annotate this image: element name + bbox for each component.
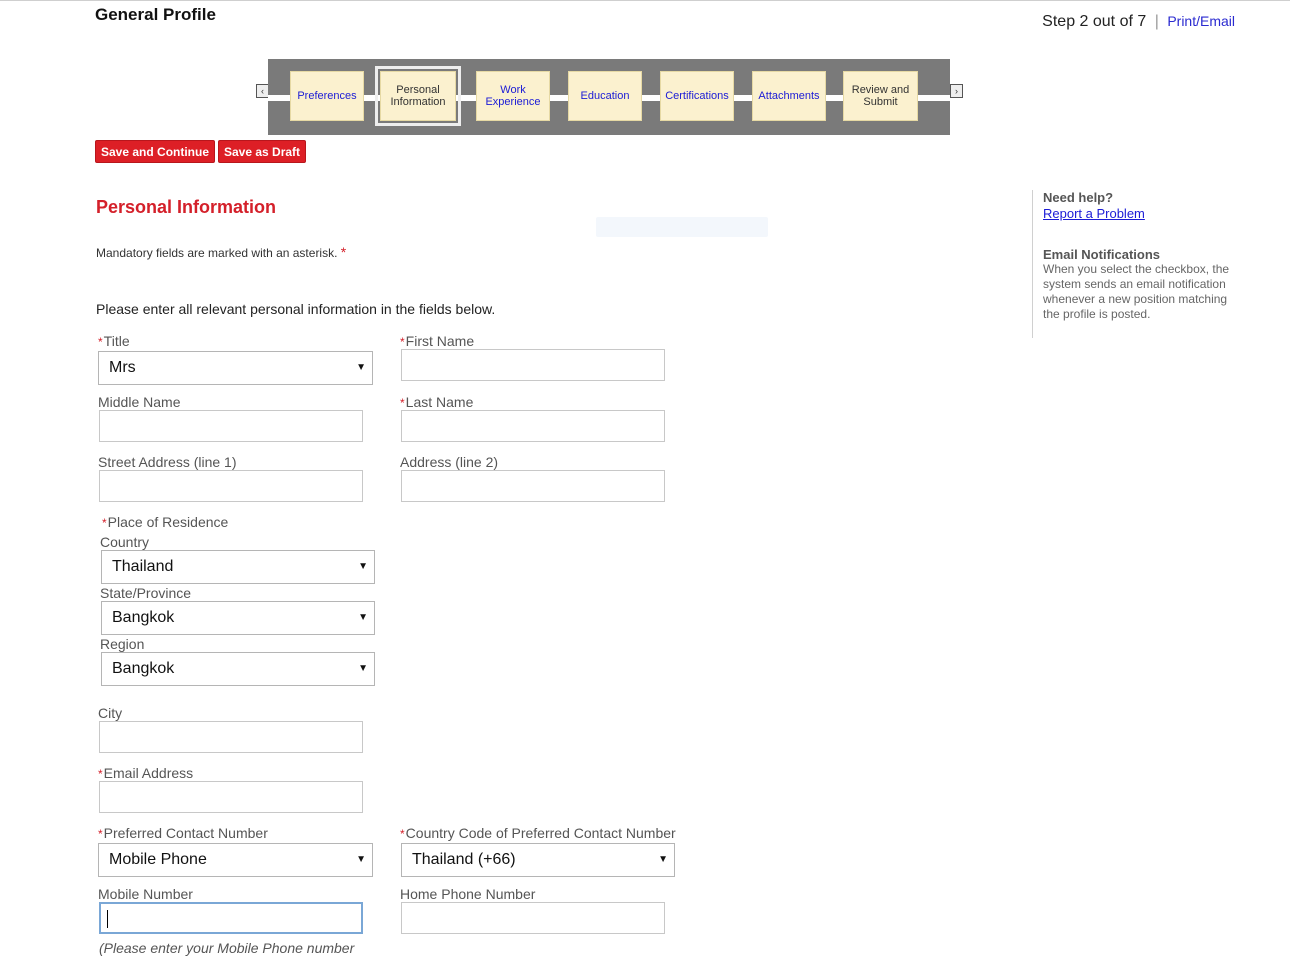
city-input[interactable]: [99, 721, 363, 753]
train-step-label: Preferences: [297, 90, 357, 102]
mobile-number-label: Mobile Number: [98, 886, 193, 902]
help-sidebar: Need help? Report a Problem Email Notifi…: [1032, 190, 1243, 338]
title-select-value: Mrs: [109, 359, 136, 376]
email-notifications-heading: Email Notifications: [1043, 247, 1161, 262]
section-title: Personal Information: [96, 197, 277, 217]
train-next-arrow-icon[interactable]: ›: [950, 84, 963, 98]
state-province-select-value: Bangkok: [112, 609, 175, 626]
save-and-continue-button[interactable]: Save and Continue: [95, 140, 216, 163]
train-step-personal-information[interactable]: Personal Information: [375, 66, 461, 126]
mandatory-note-text: Mandatory fields are marked with an aste…: [96, 246, 338, 260]
text-caret: [107, 910, 108, 928]
train-step-label: Certifications: [665, 90, 729, 102]
dropdown-arrow-icon: ▼: [356, 854, 366, 865]
place-of-residence-label-text: Place of Residence: [107, 514, 229, 530]
need-help-heading: Need help?: [1043, 190, 1114, 205]
required-asterisk: *: [102, 516, 107, 530]
preferred-contact-label-text: Preferred Contact Number: [103, 825, 268, 841]
train-step-certifications[interactable]: Certifications: [660, 71, 734, 121]
train-step-label: Review and Submit: [851, 84, 910, 108]
save-as-draft-button[interactable]: Save as Draft: [218, 140, 307, 163]
country-code-label-text: Country Code of Preferred Contact Number: [405, 825, 676, 841]
train-step-work-experience[interactable]: Work Experience: [476, 71, 550, 121]
train-step-label: Education: [580, 90, 630, 102]
required-asterisk: *: [400, 827, 405, 841]
address-line2-input[interactable]: [401, 470, 665, 502]
preferred-contact-select-value: Mobile Phone: [109, 851, 207, 868]
train-step-label: Personal Information: [390, 84, 446, 108]
train-step-preferences[interactable]: Preferences: [290, 71, 364, 121]
state-province-label: State/Province: [100, 585, 192, 601]
train-step-review-submit[interactable]: Review and Submit: [843, 71, 918, 121]
city-label: City: [98, 705, 123, 721]
home-phone-input[interactable]: [401, 902, 665, 934]
dropdown-arrow-icon: ▼: [658, 854, 668, 865]
middle-name-input[interactable]: [99, 410, 363, 442]
dropdown-arrow-icon: ▼: [356, 362, 366, 373]
dropdown-arrow-icon: ▼: [358, 663, 368, 674]
country-select-value: Thailand: [112, 558, 174, 575]
title-select[interactable]: Mrs ▼: [98, 351, 373, 385]
train-step-attachments[interactable]: Attachments: [752, 71, 826, 121]
country-select[interactable]: Thailand ▼: [101, 550, 375, 584]
email-label: *Email Address: [98, 765, 193, 781]
progress-train: Preferences Personal Information Work Ex…: [268, 59, 950, 135]
train-step-label: Attachments: [758, 90, 820, 102]
country-code-select[interactable]: Thailand (+66) ▼: [401, 843, 675, 877]
region-label: Region: [100, 636, 145, 652]
mandatory-note: Mandatory fields are marked with an aste…: [96, 244, 346, 260]
required-asterisk: *: [340, 244, 347, 260]
required-asterisk: *: [98, 335, 103, 349]
middle-name-label: Middle Name: [98, 394, 181, 410]
step-separator: |: [1154, 13, 1159, 30]
country-code-label: *Country Code of Preferred Contact Numbe…: [400, 825, 676, 841]
mobile-number-input[interactable]: [99, 902, 363, 934]
email-label-text: Email Address: [103, 765, 194, 781]
first-name-label-text: First Name: [405, 333, 475, 349]
report-problem-link[interactable]: Report a Problem: [1043, 206, 1145, 221]
faded-overlay: [596, 217, 768, 237]
required-asterisk: *: [400, 396, 405, 410]
required-asterisk: *: [98, 767, 103, 781]
required-asterisk: *: [98, 827, 103, 841]
title-label: *Title: [98, 333, 130, 349]
street-address-input[interactable]: [99, 470, 363, 502]
mobile-hint: (Please enter your Mobile Phone number: [99, 940, 355, 956]
step-text: Step 2 out of 7: [1042, 13, 1147, 30]
email-input[interactable]: [99, 781, 363, 813]
state-province-select[interactable]: Bangkok ▼: [101, 601, 375, 635]
region-select[interactable]: Bangkok ▼: [101, 652, 375, 686]
street-address-label: Street Address (line 1): [98, 454, 237, 470]
required-asterisk: *: [400, 335, 405, 349]
home-phone-label: Home Phone Number: [400, 886, 536, 902]
step-indicator: Step 2 out of 7 | Print/Email: [1042, 13, 1235, 31]
country-code-select-value: Thailand (+66): [412, 851, 516, 868]
train-step-label: Work Experience: [485, 84, 541, 108]
page-title: General Profile: [95, 5, 216, 24]
place-of-residence-label: *Place of Residence: [102, 514, 228, 530]
top-divider: [0, 0, 1290, 1]
last-name-input[interactable]: [401, 410, 665, 442]
country-label: Country: [100, 534, 150, 550]
print-email-link[interactable]: Print/Email: [1167, 13, 1235, 29]
first-name-input[interactable]: [401, 349, 665, 381]
preferred-contact-label: *Preferred Contact Number: [98, 825, 268, 841]
title-label-text: Title: [103, 333, 130, 349]
intro-text: Please enter all relevant personal infor…: [96, 301, 496, 317]
preferred-contact-select[interactable]: Mobile Phone ▼: [98, 843, 373, 877]
dropdown-arrow-icon: ▼: [358, 561, 368, 572]
train-step-education[interactable]: Education: [568, 71, 642, 121]
email-notifications-text: When you select the checkbox, the system…: [1043, 262, 1230, 321]
last-name-label-text: Last Name: [405, 394, 474, 410]
region-select-value: Bangkok: [112, 660, 175, 677]
first-name-label: *First Name: [400, 333, 474, 349]
last-name-label: *Last Name: [400, 394, 473, 410]
dropdown-arrow-icon: ▼: [358, 612, 368, 623]
address-line2-label: Address (line 2): [400, 454, 499, 470]
